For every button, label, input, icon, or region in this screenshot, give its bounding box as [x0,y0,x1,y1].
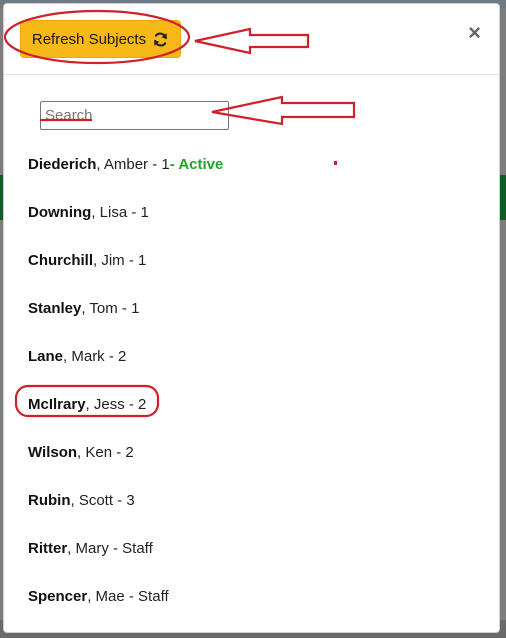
subject-last-name: Wilson [28,443,78,461]
subject-details: , Ken - 2 [77,443,134,461]
list-item[interactable]: Downing , Lisa - 1 [28,188,223,236]
subject-last-name: Rubin [28,491,71,509]
sync-icon [152,31,169,48]
list-item[interactable]: McIlrary , Jess - 2 [28,380,223,428]
active-status: - Active [169,155,224,173]
list-item[interactable]: Spencer , Mae - Staff [28,572,223,620]
subject-last-name: McIlrary [28,395,86,413]
subject-last-name: Downing [28,203,92,221]
subjects-modal: Refresh Subjects × Diederich , Amber - 1… [3,3,500,633]
subject-details: , Scott - 3 [70,491,135,509]
subject-details: , Lisa - 1 [91,203,149,221]
subject-list: Diederich , Amber - 1 - Active Downing ,… [28,140,223,620]
list-item[interactable]: Diederich , Amber - 1 - Active [28,140,223,188]
subject-details: , Jess - 2 [85,395,147,413]
list-item[interactable]: Lane , Mark - 2 [28,332,223,380]
subject-details: , Jim - 1 [93,251,147,269]
subject-details: , Mark - 2 [63,347,127,365]
subject-details: , Mae - Staff [87,587,169,605]
close-icon[interactable]: × [468,22,481,44]
subject-last-name: Lane [28,347,64,365]
subject-last-name: Stanley [28,299,82,317]
subject-details: , Mary - Staff [67,539,153,557]
modal-header: Refresh Subjects × [4,4,499,75]
subject-details: , Tom - 1 [81,299,140,317]
subject-last-name: Ritter [28,539,68,557]
subject-last-name: Diederich [28,155,97,173]
subject-details: , Amber - 1 [96,155,170,173]
list-item[interactable]: Stanley , Tom - 1 [28,284,223,332]
list-item[interactable]: Wilson , Ken - 2 [28,428,223,476]
list-item[interactable]: Churchill , Jim - 1 [28,236,223,284]
subject-last-name: Churchill [28,251,94,269]
search-input[interactable] [40,101,229,130]
list-item[interactable]: Ritter , Mary - Staff [28,524,223,572]
subject-last-name: Spencer [28,587,88,605]
refresh-subjects-label: Refresh Subjects [31,30,147,48]
list-item[interactable]: Rubin , Scott - 3 [28,476,223,524]
refresh-subjects-button[interactable]: Refresh Subjects [20,20,181,58]
